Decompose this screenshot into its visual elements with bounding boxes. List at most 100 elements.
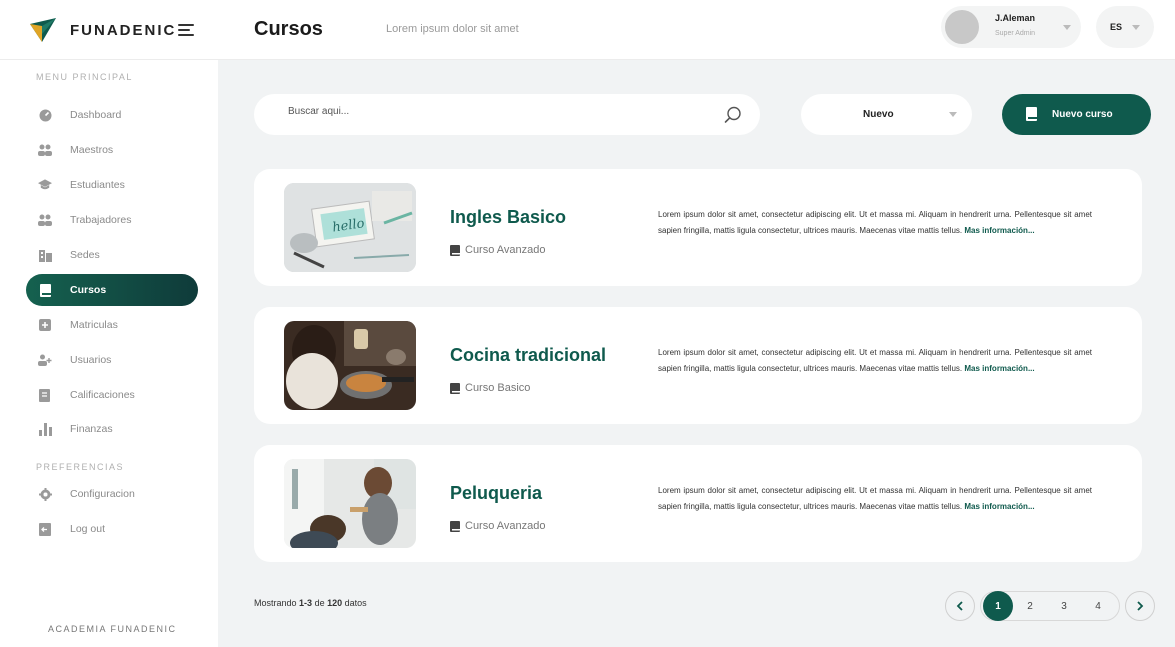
page-button[interactable]: 3: [1049, 591, 1079, 621]
chevron-right-icon: [1137, 601, 1144, 611]
course-card: Peluqueria Curso Avanzado Lorem ipsum do…: [254, 445, 1142, 562]
dashboard-icon: [38, 108, 52, 122]
menu-toggle-icon[interactable]: [178, 24, 194, 36]
more-info-link[interactable]: Mas información...: [964, 226, 1034, 235]
course-level: Curso Avanzado: [450, 244, 546, 256]
sidebar-item-label: Usuarios: [70, 354, 112, 366]
page-button[interactable]: 2: [1015, 591, 1045, 621]
course-image: [284, 459, 416, 548]
sidebar-item-matriculas[interactable]: Matriculas: [26, 309, 198, 341]
search-icon[interactable]: [724, 106, 742, 124]
sidebar-item-label: Estudiantes: [70, 179, 125, 191]
sort-select[interactable]: Nuevo: [801, 94, 972, 135]
prev-page-button[interactable]: [945, 591, 975, 621]
course-level-label: Curso Avanzado: [465, 520, 546, 532]
sidebar-item-trabajadores[interactable]: Trabajadores: [26, 204, 198, 236]
book-icon: [38, 283, 52, 297]
more-info-link[interactable]: Mas información...: [964, 364, 1034, 373]
page-title: Cursos: [254, 18, 323, 40]
teachers-icon: [38, 143, 52, 157]
sidebar-item-calificaciones[interactable]: Calificaciones: [26, 379, 198, 411]
chevron-down-icon: [949, 112, 957, 117]
status-prefix: Mostrando: [254, 598, 297, 608]
graduation-cap-icon: [38, 178, 52, 192]
sidebar-item-configuracion[interactable]: Configuracion: [26, 478, 198, 510]
sidebar-item-label: Configuracion: [70, 488, 135, 500]
sidebar: MENU PRINCIPAL Dashboard Maestros Estudi…: [0, 60, 218, 647]
logo[interactable]: FUNADENIC: [28, 16, 176, 44]
book-icon: [450, 520, 460, 532]
sidebar-item-dashboard[interactable]: Dashboard: [26, 99, 198, 131]
page-subtitle: Lorem ipsum dolor sit amet: [386, 23, 519, 35]
course-title[interactable]: Ingles Basico: [450, 207, 566, 228]
page-button[interactable]: 4: [1083, 591, 1113, 621]
course-level-label: Curso Avanzado: [465, 244, 546, 256]
user-menu[interactable]: J.Aleman Super Admin: [941, 6, 1081, 48]
course-level-label: Curso Basico: [465, 382, 531, 394]
chevron-down-icon: [1063, 25, 1071, 30]
plus-square-icon: [38, 318, 52, 332]
course-level: Curso Basico: [450, 382, 530, 394]
bar-chart-icon: [38, 422, 52, 436]
new-course-button[interactable]: Nuevo curso: [1002, 94, 1151, 135]
course-title[interactable]: Peluqueria: [450, 483, 542, 504]
sidebar-item-label: Trabajadores: [70, 214, 132, 226]
sidebar-item-label: Sedes: [70, 249, 100, 261]
status-of: de: [314, 598, 325, 608]
building-icon: [38, 248, 52, 262]
sort-select-value: Nuevo: [863, 109, 894, 120]
course-image: hello: [284, 183, 416, 272]
preferences-label: PREFERENCIAS: [36, 462, 125, 472]
sidebar-item-label: Cursos: [70, 284, 107, 296]
sidebar-item-label: Matriculas: [70, 319, 118, 331]
status-range: 1-3: [299, 598, 313, 608]
course-title[interactable]: Cocina tradicional: [450, 345, 606, 366]
workers-icon: [38, 213, 52, 227]
sidebar-footer: ACADEMIA FUNADENIC: [48, 624, 177, 634]
sidebar-item-finanzas[interactable]: Finanzas: [26, 413, 198, 445]
logo-mark-icon: [30, 18, 56, 42]
add-user-icon: [38, 353, 52, 367]
course-image: [284, 321, 416, 410]
sidebar-item-label: Finanzas: [70, 423, 113, 435]
status-suffix: datos: [344, 598, 367, 608]
search-bar: [254, 94, 760, 135]
more-info-link[interactable]: Mas información...: [964, 502, 1034, 511]
language-selector[interactable]: ES: [1096, 6, 1154, 48]
course-description: Lorem ipsum dolor sit amet, consectetur …: [658, 345, 1092, 377]
top-bar: FUNADENIC Cursos Lorem ipsum dolor sit a…: [0, 0, 1175, 60]
sidebar-item-sedes[interactable]: Sedes: [26, 239, 198, 271]
sidebar-item-label: Maestros: [70, 144, 114, 156]
sidebar-item-maestros[interactable]: Maestros: [26, 134, 198, 166]
new-course-label: Nuevo curso: [1052, 109, 1113, 120]
search-input[interactable]: [288, 106, 688, 117]
book-icon: [1026, 107, 1037, 121]
course-level: Curso Avanzado: [450, 520, 546, 532]
sidebar-item-usuarios[interactable]: Usuarios: [26, 344, 198, 376]
course-description: Lorem ipsum dolor sit amet, consectetur …: [658, 207, 1092, 239]
course-card: hello Ingles Basico Curso Avanzado Lorem…: [254, 169, 1142, 286]
language-label: ES: [1110, 22, 1123, 32]
gear-icon: [38, 487, 52, 501]
logout-icon: [38, 522, 52, 536]
page-button[interactable]: 1: [983, 591, 1013, 621]
chevron-left-icon: [956, 601, 963, 611]
main-menu-label: MENU PRINCIPAL: [36, 72, 133, 82]
user-name: J.Aleman: [995, 13, 1036, 23]
brand-name: FUNADENIC: [70, 21, 177, 39]
sidebar-item-logout[interactable]: Log out: [26, 513, 198, 545]
course-card: Cocina tradicional Curso Basico Lorem ip…: [254, 307, 1142, 424]
status-total: 120: [327, 598, 343, 608]
book-icon: [450, 382, 460, 394]
user-role: Super Admin: [995, 30, 1036, 37]
sidebar-item-label: Calificaciones: [70, 389, 135, 401]
grades-icon: [38, 388, 52, 402]
sidebar-item-label: Log out: [70, 523, 106, 535]
chevron-down-icon: [1132, 25, 1140, 30]
pagination-status: Mostrando 1-3 de 120 datos: [254, 598, 367, 608]
sidebar-item-estudiantes[interactable]: Estudiantes: [26, 169, 198, 201]
book-icon: [450, 244, 460, 256]
sidebar-item-cursos[interactable]: Cursos: [26, 274, 198, 306]
next-page-button[interactable]: [1125, 591, 1155, 621]
sidebar-item-label: Dashboard: [70, 109, 122, 121]
